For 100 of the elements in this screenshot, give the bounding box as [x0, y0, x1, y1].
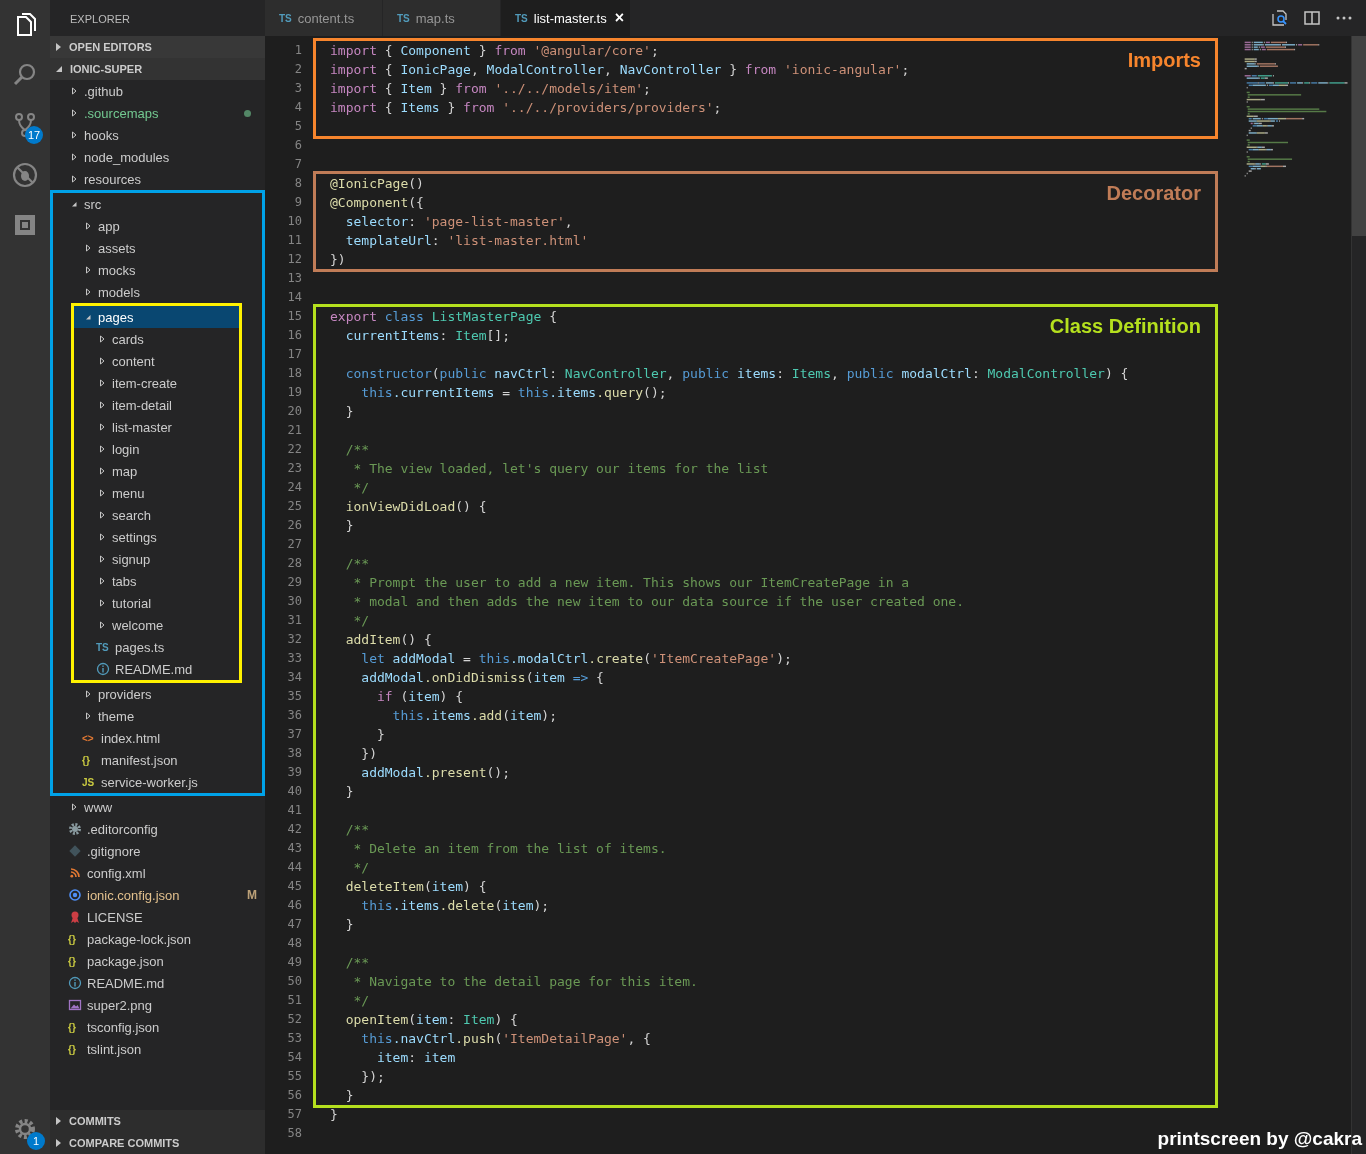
folder-item[interactable]: mocks: [53, 259, 262, 281]
folder-item[interactable]: providers: [53, 683, 262, 705]
folder-item[interactable]: cards: [74, 328, 239, 350]
caret-icon[interactable]: [98, 533, 106, 541]
folder-item[interactable]: hooks: [50, 124, 265, 146]
scrollbar[interactable]: [1352, 36, 1366, 236]
file-item[interactable]: LICENSE: [50, 906, 265, 928]
code-line: * Delete an item from the list of items.: [352, 840, 667, 858]
caret-icon[interactable]: [70, 803, 78, 811]
file-type-icon: TS: [279, 12, 292, 24]
caret-icon[interactable]: [84, 690, 92, 698]
folder-item[interactable]: content: [74, 350, 239, 372]
folder-item[interactable]: .sourcemaps: [50, 102, 265, 124]
folder-item[interactable]: item-create: [74, 372, 239, 394]
line-number: 6: [293, 137, 303, 154]
file-item[interactable]: README.md: [50, 972, 265, 994]
editor-tab[interactable]: TS map.ts: [383, 0, 501, 36]
code-line: }: [344, 916, 354, 934]
folder-item[interactable]: search: [74, 504, 239, 526]
caret-icon[interactable]: [98, 577, 106, 585]
folder-item[interactable]: welcome: [74, 614, 239, 636]
file-item[interactable]: config.xml: [50, 862, 265, 884]
caret-icon[interactable]: [70, 175, 78, 183]
folder-item[interactable]: models: [53, 281, 262, 303]
folder-item[interactable]: menu: [74, 482, 239, 504]
caret-icon[interactable]: [70, 200, 78, 208]
file-item[interactable]: README.md: [74, 658, 239, 680]
line-number: 14: [286, 289, 303, 306]
folder-item[interactable]: www: [50, 796, 265, 818]
folder-item[interactable]: src: [53, 193, 262, 215]
close-button[interactable]: ×: [614, 9, 625, 27]
line-number: 11: [286, 232, 303, 249]
search-icon[interactable]: [1270, 8, 1290, 28]
caret-icon[interactable]: [98, 379, 106, 387]
code-line: item: item: [375, 1049, 456, 1067]
debug-icon[interactable]: [11, 161, 39, 189]
caret-icon[interactable]: [70, 109, 78, 117]
caret-icon[interactable]: [98, 489, 106, 497]
file-item[interactable]: TS pages.ts: [74, 636, 239, 658]
editor-tab[interactable]: TS list-master.ts ×: [501, 0, 631, 36]
section-header[interactable]: IONIC-SUPER: [50, 58, 265, 80]
caret-icon[interactable]: [98, 445, 106, 453]
folder-item[interactable]: list-master: [74, 416, 239, 438]
caret-icon[interactable]: [84, 288, 92, 296]
folder-item[interactable]: .github: [50, 80, 265, 102]
caret-icon[interactable]: [84, 222, 92, 230]
caret-icon[interactable]: [98, 511, 106, 519]
folder-item[interactable]: app: [53, 215, 262, 237]
editor-tab[interactable]: TS content.ts: [265, 0, 383, 36]
file-item[interactable]: {} package-lock.json: [50, 928, 265, 950]
caret-icon[interactable]: [98, 357, 106, 365]
caret-icon[interactable]: [84, 244, 92, 252]
section-header[interactable]: COMMITS: [50, 1110, 265, 1132]
folder-item[interactable]: item-detail: [74, 394, 239, 416]
caret-icon[interactable]: [98, 335, 106, 343]
caret-icon[interactable]: [70, 87, 78, 95]
line-number: 47: [286, 916, 303, 933]
file-item[interactable]: .gitignore: [50, 840, 265, 862]
folder-item[interactable]: pages: [74, 306, 239, 328]
caret-icon[interactable]: [84, 266, 92, 274]
section-header[interactable]: OPEN EDITORS: [50, 36, 265, 58]
file-item[interactable]: super2.png: [50, 994, 265, 1016]
folder-item[interactable]: tabs: [74, 570, 239, 592]
caret-icon[interactable]: [98, 467, 106, 475]
line-number: 46: [286, 897, 303, 914]
line-number: 8: [293, 175, 303, 192]
folder-item[interactable]: node_modules: [50, 146, 265, 168]
file-item[interactable]: {} tslint.json: [50, 1038, 265, 1060]
folder-item[interactable]: map: [74, 460, 239, 482]
caret-icon[interactable]: [98, 599, 106, 607]
caret-icon[interactable]: [70, 131, 78, 139]
folder-item[interactable]: settings: [74, 526, 239, 548]
file-item[interactable]: ionic.config.json M: [50, 884, 265, 906]
code-line: */: [352, 992, 370, 1010]
folder-item[interactable]: login: [74, 438, 239, 460]
split-editor-icon[interactable]: [1302, 8, 1322, 28]
folder-item[interactable]: tutorial: [74, 592, 239, 614]
caret-icon[interactable]: [84, 712, 92, 720]
file-item[interactable]: JS service-worker.js: [53, 771, 262, 793]
caret-icon[interactable]: [98, 401, 106, 409]
folder-item[interactable]: assets: [53, 237, 262, 259]
file-item[interactable]: {} manifest.json: [53, 749, 262, 771]
folder-item[interactable]: signup: [74, 548, 239, 570]
line-number: 2: [293, 61, 303, 78]
caret-icon[interactable]: [98, 621, 106, 629]
caret-icon[interactable]: [84, 313, 92, 321]
caret-icon[interactable]: [98, 555, 106, 563]
code-line: templateUrl: 'list-master.html': [344, 232, 589, 250]
file-item[interactable]: {} tsconfig.json: [50, 1016, 265, 1038]
folder-item[interactable]: theme: [53, 705, 262, 727]
file-item[interactable]: <> index.html: [53, 727, 262, 749]
code-line: @IonicPage(): [330, 175, 424, 193]
file-item[interactable]: .editorconfig: [50, 818, 265, 840]
file-item[interactable]: {} package.json: [50, 950, 265, 972]
caret-icon[interactable]: [70, 153, 78, 161]
folder-item[interactable]: resources: [50, 168, 265, 190]
section-header[interactable]: COMPARE COMMITS: [50, 1132, 265, 1154]
caret-icon[interactable]: [98, 423, 106, 431]
code-line: /**: [344, 441, 370, 459]
count-badge: 17: [25, 126, 43, 144]
